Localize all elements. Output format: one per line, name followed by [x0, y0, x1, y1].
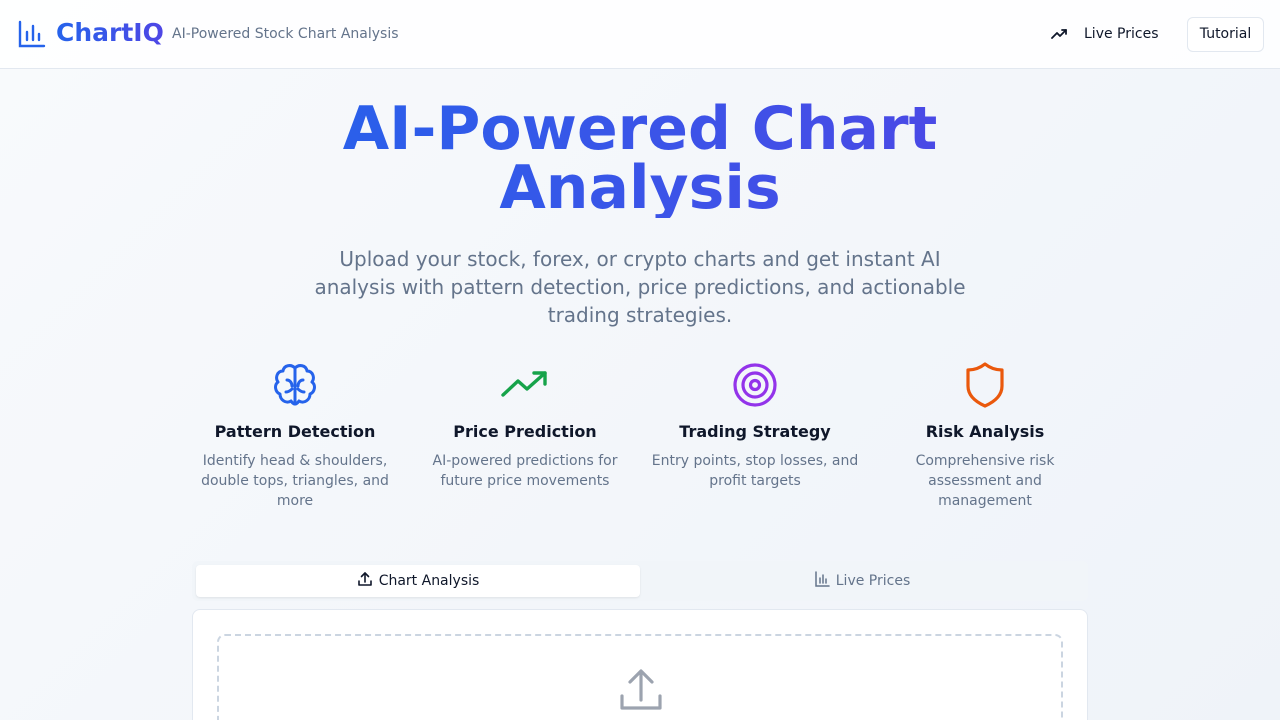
feature-price-prediction: Price Prediction AI-powered predictions … — [420, 360, 630, 491]
feature-description: AI-powered predictions for future price … — [432, 453, 618, 489]
hero-title: AI-Powered Chart Analysis — [240, 99, 1040, 218]
live-prices-button[interactable]: Live Prices — [1040, 16, 1174, 52]
brand-tagline: AI-Powered Stock Chart Analysis — [172, 26, 399, 42]
hero-subtitle: Upload your stock, forex, or crypto char… — [314, 247, 966, 327]
feature-title: Risk Analysis — [925, 422, 1045, 441]
feature-title: Trading Strategy — [679, 422, 831, 441]
feature-title: Pattern Detection — [214, 422, 376, 441]
trending-up-icon — [1051, 29, 1067, 39]
shield-icon — [966, 362, 1004, 408]
bar-chart-icon — [18, 20, 46, 48]
live-prices-label: Live Prices — [1084, 26, 1159, 42]
upload-dropzone[interactable] — [217, 634, 1063, 720]
feature-pattern-detection: Pattern Detection Identify head & should… — [190, 360, 400, 511]
target-icon — [733, 363, 777, 407]
feature-description: Identify head & shoulders, double tops, … — [201, 453, 389, 509]
tab-label: Live Prices — [835, 573, 911, 589]
feature-title: Price Prediction — [453, 422, 597, 441]
feature-trading-strategy: Trading Strategy Entry points, stop loss… — [650, 360, 860, 491]
app-header: ChartIQ AI-Powered Stock Chart Analysis … — [0, 0, 1280, 69]
upload-icon — [357, 572, 372, 586]
trending-up-icon — [501, 371, 547, 397]
upload-icon — [620, 669, 662, 710]
feature-description: Entry points, stop losses, and profit ta… — [651, 453, 859, 489]
brain-icon — [274, 364, 316, 406]
upload-card — [192, 609, 1088, 720]
feature-description: Comprehensive risk assessment and manage… — [915, 453, 1055, 509]
tab-chart-analysis[interactable]: Chart Analysis — [196, 565, 640, 597]
brand-name[interactable]: ChartIQ — [56, 16, 164, 50]
tutorial-button[interactable]: Tutorial — [1187, 17, 1264, 52]
tab-label: Chart Analysis — [378, 573, 480, 589]
tab-live-prices[interactable]: Live Prices — [640, 565, 1084, 597]
tab-list: Chart Analysis Live Prices — [192, 561, 1088, 601]
bar-chart-icon — [815, 571, 830, 587]
feature-risk-analysis: Risk Analysis Comprehensive risk assessm… — [880, 360, 1090, 511]
